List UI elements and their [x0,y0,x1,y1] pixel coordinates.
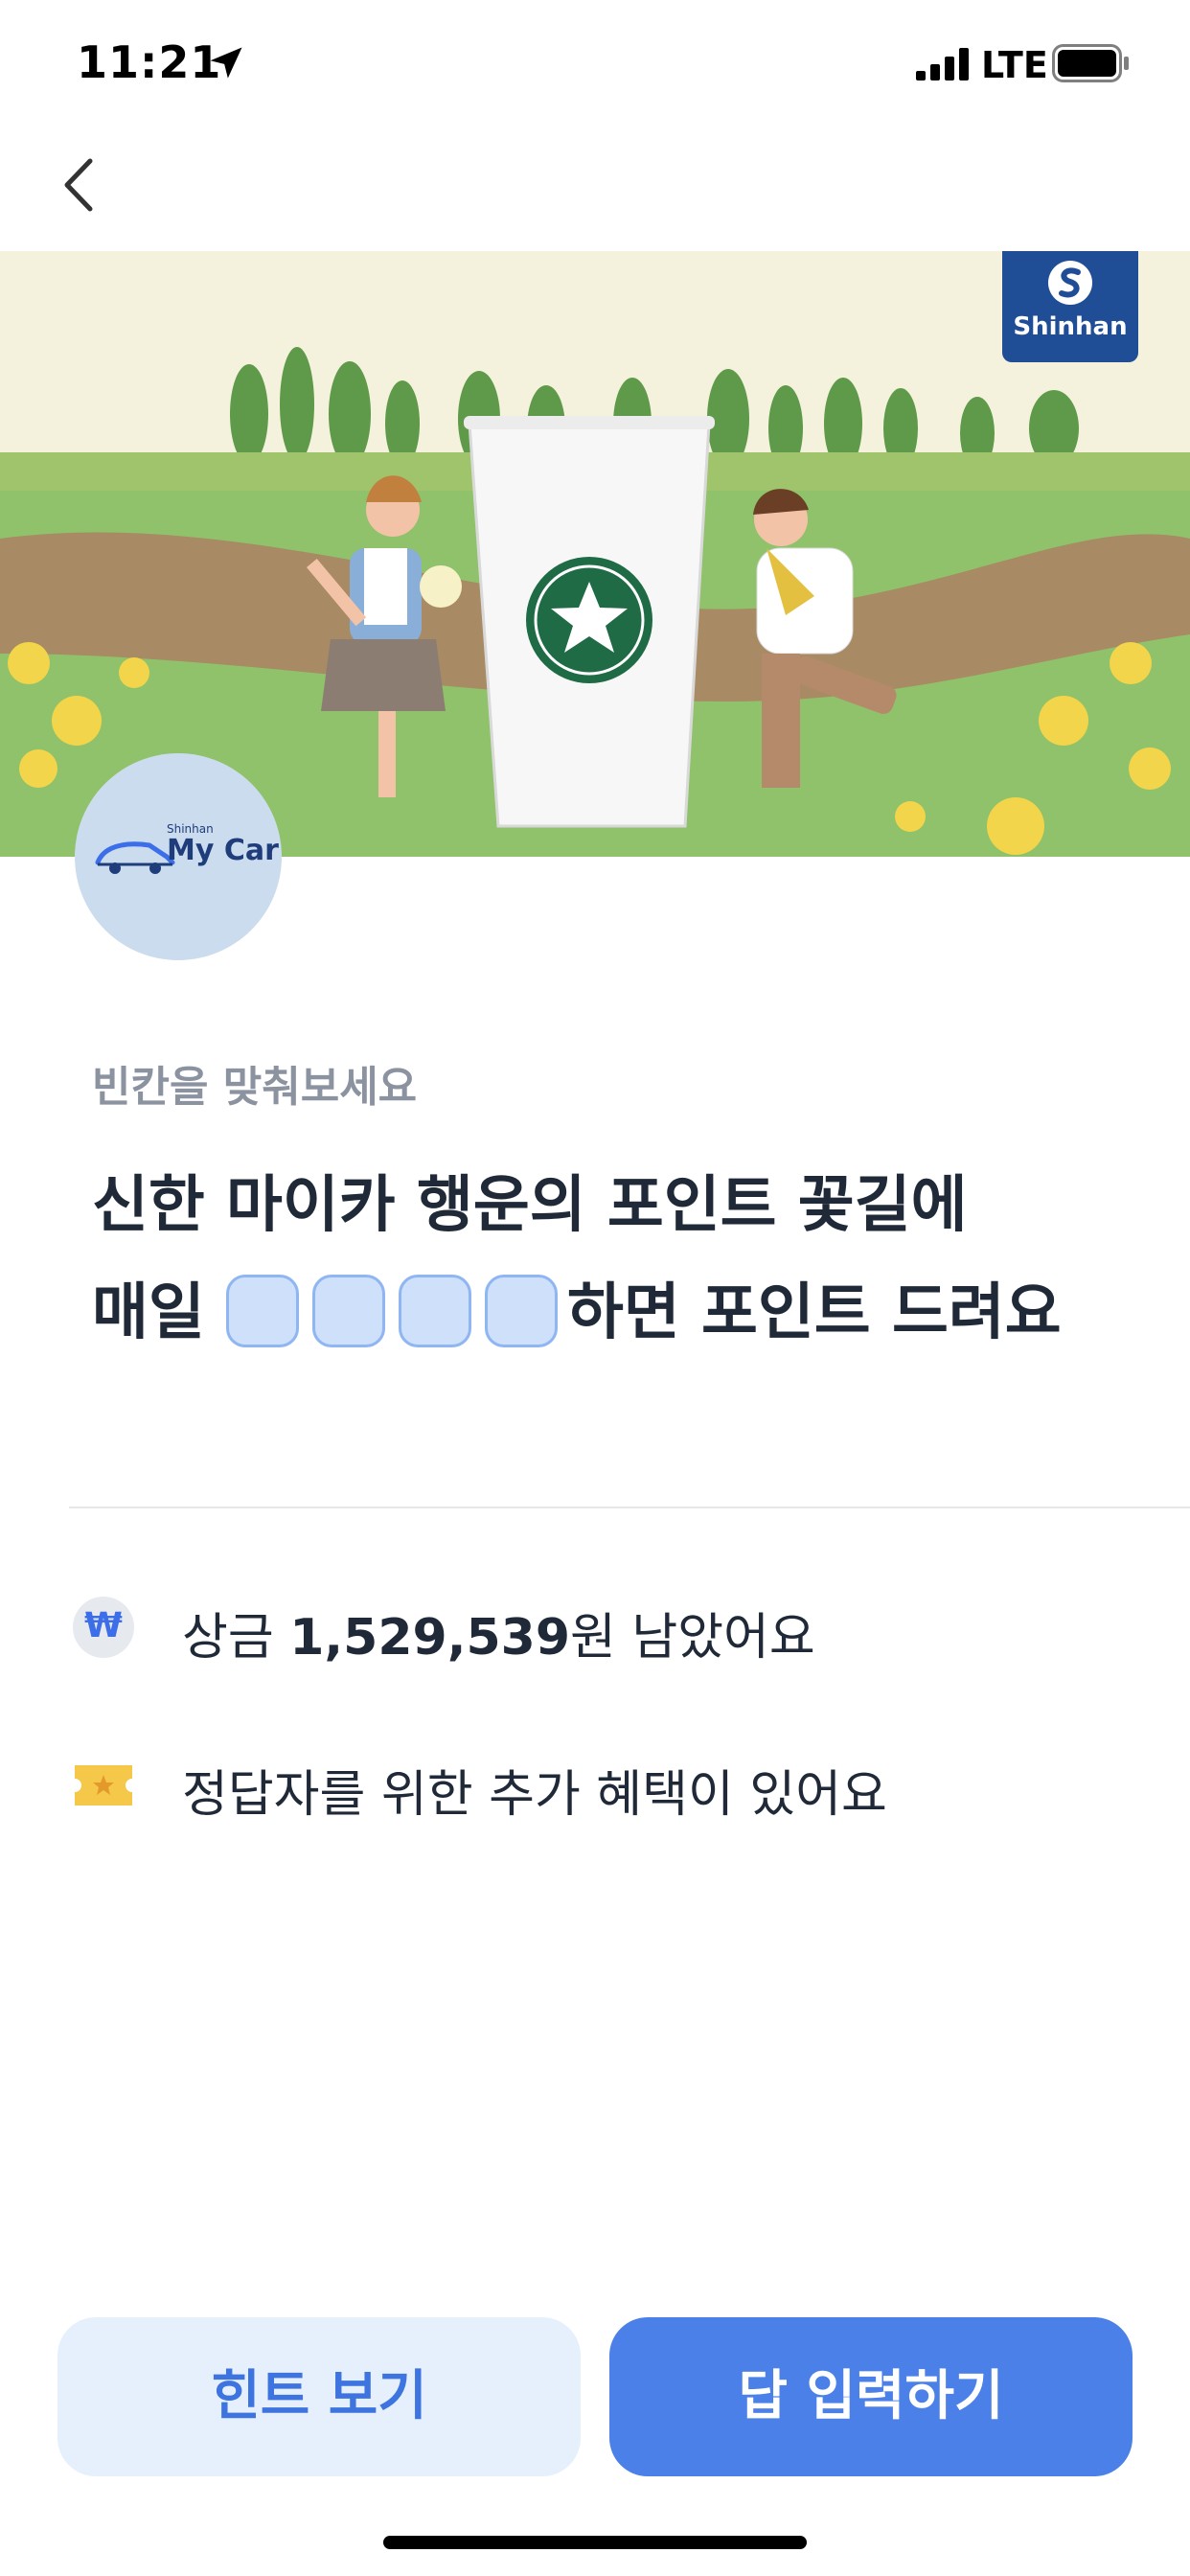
answer-blank [485,1275,558,1347]
status-bar: 11:21 LTE [0,0,1190,134]
shinhan-logo-badge: Shinhan [1002,251,1138,362]
divider [69,1506,1190,1508]
mycar-logo: Shinhan My Car [75,753,282,960]
won-symbol: ₩ [84,1606,123,1645]
prize-amount: 1,529,539 [289,1609,570,1667]
answer-blank [399,1275,471,1347]
hint-button[interactable]: 힌트 보기 [57,2317,581,2476]
status-time: 11:21 [77,36,222,88]
answer-input-button[interactable]: 답 입력하기 [609,2317,1133,2476]
answer-blank [226,1275,299,1347]
shinhan-logo-icon [1048,261,1092,305]
bonus-benefit-text: 정답자를 위한 추가 혜택이 있어요 [182,1766,887,1824]
quiz-question-line2-prefix: 매일 [92,1277,205,1348]
network-label: LTE [981,44,1048,86]
chevron-left-icon[interactable] [57,153,100,217]
quiz-question-line1: 신한 마이카 행운의 포인트 꽃길에 [92,1170,968,1241]
answer-blank [312,1275,385,1347]
quiz-question-line2-suffix: 하면 포인트 드려요 [567,1277,1062,1348]
prize-suffix: 원 남았어요 [570,1609,815,1667]
car-icon [95,841,175,874]
shinhan-brand-text: Shinhan [1013,312,1128,341]
home-indicator[interactable] [383,2536,807,2549]
quiz-subtitle: 빈칸을 맞춰보세요 [92,1063,418,1112]
battery-icon [1052,44,1129,82]
logo-main-text: My Car [167,834,279,867]
ticket-icon [75,1765,132,1806]
won-coin-icon: ₩ [73,1597,134,1658]
prize-prefix: 상금 [182,1609,290,1667]
signal-icon [916,48,969,80]
location-arrow-icon [210,47,242,79]
prize-remaining-text: 상금 1,529,539원 남았어요 [182,1597,815,1668]
